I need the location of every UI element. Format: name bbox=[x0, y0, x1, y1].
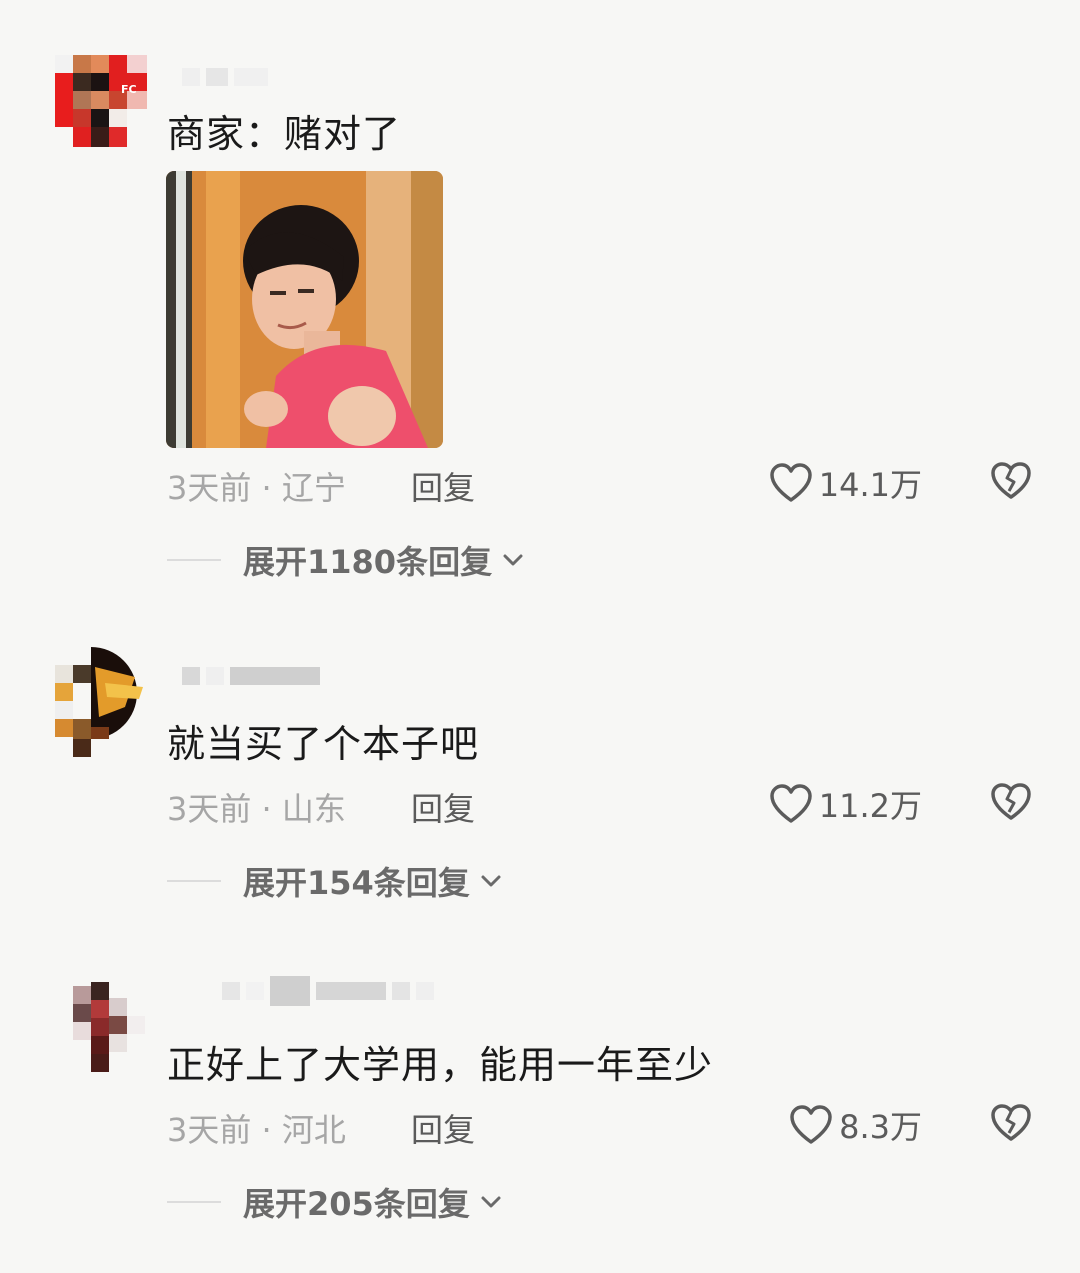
like-button[interactable]: 8.3万 bbox=[789, 1102, 922, 1148]
like-count: 14.1万 bbox=[818, 466, 922, 504]
divider-line bbox=[167, 880, 221, 882]
comment-text: 正好上了大学用，能用一年至少 bbox=[167, 1043, 714, 1087]
avatar[interactable] bbox=[55, 968, 147, 1072]
like-button[interactable]: 14.1万 bbox=[769, 460, 922, 506]
divider-line bbox=[167, 1201, 221, 1203]
avatar[interactable] bbox=[55, 647, 147, 757]
avatar-image: FC bbox=[55, 55, 147, 147]
heart-outline-icon bbox=[790, 1105, 832, 1144]
dislike-button[interactable] bbox=[990, 1103, 1032, 1143]
expand-replies-label: 展开205条回复 bbox=[243, 1185, 470, 1223]
divider-line bbox=[167, 559, 221, 561]
expand-replies-label: 展开1180条回复 bbox=[243, 543, 493, 581]
chevron-down-icon bbox=[481, 1196, 501, 1208]
heart-outline-icon bbox=[769, 784, 812, 823]
expand-replies-button[interactable]: 展开1180条回复 bbox=[167, 537, 524, 583]
username-masked[interactable] bbox=[182, 66, 268, 88]
like-button[interactable]: 11.2万 bbox=[769, 781, 922, 827]
broken-heart-icon bbox=[991, 1104, 1031, 1141]
avatar[interactable]: FC bbox=[55, 55, 147, 147]
chevron-down-icon bbox=[503, 554, 523, 566]
comment-text: 商家：赌对了 bbox=[167, 112, 402, 156]
dislike-button[interactable] bbox=[990, 461, 1032, 501]
avatar-image bbox=[55, 647, 143, 757]
expand-replies-button[interactable]: 展开205条回复 bbox=[167, 1179, 502, 1225]
username-masked[interactable] bbox=[182, 976, 434, 1006]
reply-button[interactable]: 回复 bbox=[411, 1105, 475, 1151]
broken-heart-icon bbox=[991, 783, 1031, 820]
username-masked[interactable] bbox=[182, 665, 320, 687]
chevron-down-icon bbox=[481, 875, 501, 887]
reply-button[interactable]: 回复 bbox=[411, 784, 475, 830]
comment-meta: 3天前 · 山东 bbox=[167, 790, 346, 828]
dislike-button[interactable] bbox=[990, 782, 1032, 822]
like-count: 11.2万 bbox=[818, 787, 922, 825]
comment-meta: 3天前 · 河北 bbox=[167, 1111, 346, 1149]
like-count: 8.3万 bbox=[839, 1108, 922, 1146]
expand-replies-label: 展开154条回复 bbox=[243, 864, 470, 902]
sticker-illustration bbox=[166, 171, 443, 448]
svg-text:FC: FC bbox=[121, 83, 137, 96]
comment-sticker-image[interactable] bbox=[166, 171, 443, 448]
heart-outline-icon bbox=[769, 463, 812, 502]
avatar-image bbox=[73, 982, 145, 1072]
expand-replies-button[interactable]: 展开154条回复 bbox=[167, 858, 502, 904]
comment-meta: 3天前 · 辽宁 bbox=[167, 469, 346, 507]
broken-heart-icon bbox=[991, 462, 1031, 499]
reply-button[interactable]: 回复 bbox=[411, 463, 475, 509]
comment-text: 就当买了个本子吧 bbox=[167, 722, 480, 766]
